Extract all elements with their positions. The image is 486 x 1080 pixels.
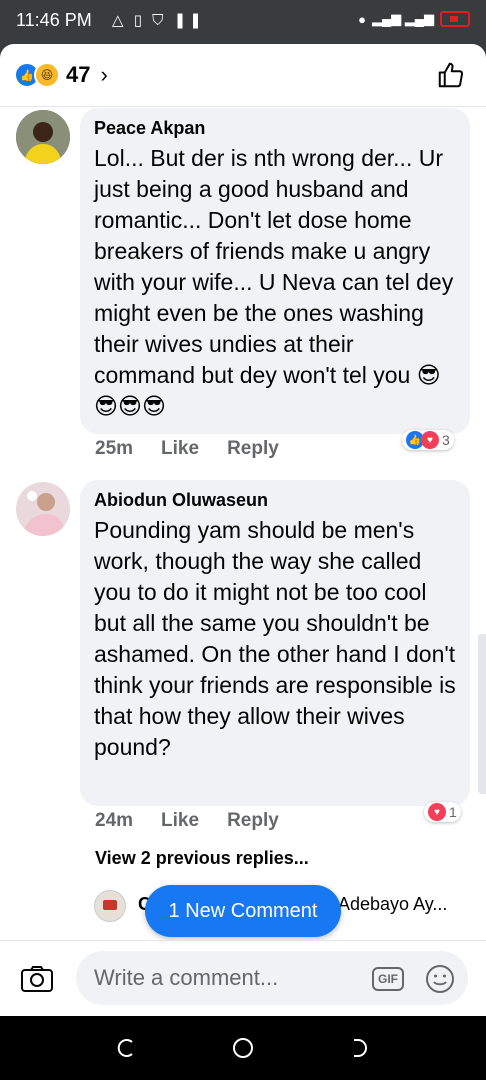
comment-reactions-badge[interactable]: 👍 ♥ 3 <box>402 430 454 450</box>
comment-bubble[interactable]: Abiodun Oluwaseun Pounding yam should be… <box>80 480 470 806</box>
love-reaction-icon: ♥ <box>428 803 446 821</box>
comments-sheet: 👍 😆 47 › Peace Akpan Lol... But der is n… <box>0 44 486 1016</box>
comment-time: 24m <box>95 810 134 831</box>
reply-author-name: Adebayo Ay... <box>338 894 448 914</box>
status-bar: 11:46 PM △ ▯ ⛉ ❚❚ ● ▂▄▆ ▂▄▆ <box>0 0 486 44</box>
pause-icon: ❚❚ <box>173 12 205 29</box>
signal-icon: ▂▄▆ ▂▄▆ <box>371 11 434 26</box>
battery-low-icon <box>440 11 470 27</box>
comment-actions: 25m Like Reply <box>95 438 279 460</box>
like-button[interactable]: Like <box>161 810 199 832</box>
comment-bubble[interactable]: Peace Akpan Lol... But der is nth wrong … <box>80 108 470 434</box>
back-icon[interactable] <box>348 1036 372 1060</box>
like-button[interactable]: Like <box>161 438 199 460</box>
comment-input[interactable] <box>76 951 468 1005</box>
system-navigation-bar <box>0 1016 486 1080</box>
like-outline-icon[interactable] <box>436 60 466 90</box>
comment-actions: 24m Like Reply <box>95 810 279 832</box>
avatar[interactable] <box>16 110 70 164</box>
camera-icon[interactable] <box>20 965 54 993</box>
comment-reaction-count: 1 <box>449 804 457 820</box>
alarm-icon: ● <box>358 11 366 27</box>
avatar-photo <box>16 482 70 536</box>
haha-reaction-icon: 😆 <box>34 62 60 88</box>
scroll-edge <box>478 634 486 794</box>
love-reaction-icon: ♥ <box>421 431 439 449</box>
comment-composer: GIF <box>0 940 486 1016</box>
comment-text: Pounding yam should be men's work, thoug… <box>94 517 456 760</box>
reply-button[interactable]: Reply <box>227 810 279 832</box>
reply-button[interactable]: Reply <box>227 438 279 460</box>
avatar[interactable] <box>16 482 70 536</box>
gif-button[interactable]: GIF <box>372 967 404 991</box>
avatar <box>94 890 126 922</box>
sim-icon: ▯ <box>133 12 145 29</box>
reaction-count: 47 <box>66 62 91 87</box>
home-icon[interactable] <box>231 1036 255 1060</box>
view-previous-replies-link[interactable]: View 2 previous replies... <box>95 848 309 869</box>
emoji-icon[interactable] <box>424 963 456 995</box>
comment-author[interactable]: Abiodun Oluwaseun <box>94 490 456 511</box>
comment-text: Lol... But der is nth wrong der... Ur ju… <box>94 145 454 419</box>
reactions-header: 👍 😆 47 › <box>0 44 486 107</box>
recent-apps-icon[interactable] <box>114 1036 138 1060</box>
status-left-icons: △ ▯ ⛉ ❚❚ <box>112 11 205 29</box>
new-comment-button[interactable]: 1 New Comment <box>145 885 341 937</box>
avatar-photo <box>16 110 70 164</box>
shield-icon: ⛉ <box>152 12 167 29</box>
comment-author[interactable]: Peace Akpan <box>94 118 456 139</box>
chevron-right-icon: › <box>100 62 108 87</box>
comment-reaction-count: 3 <box>442 432 450 448</box>
warning-icon: △ <box>112 12 127 29</box>
comment-time: 25m <box>95 438 134 459</box>
reaction-summary[interactable]: 👍 😆 47 › <box>14 62 108 88</box>
status-time: 11:46 PM <box>16 10 92 30</box>
status-right-icons: ● ▂▄▆ ▂▄▆ <box>358 11 470 27</box>
comment-reactions-badge[interactable]: ♥ 1 <box>424 802 461 822</box>
